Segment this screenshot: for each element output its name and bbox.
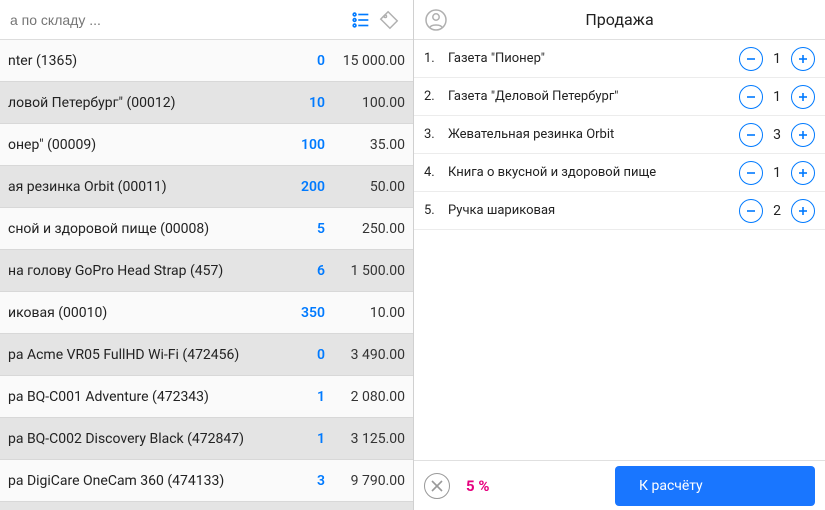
stock-item-qty: 10	[281, 95, 331, 111]
decrement-button[interactable]	[739, 199, 763, 223]
stock-item-name: сной и здоровой пище (00008)	[0, 221, 281, 237]
stock-item-name: ра BQ-C002 Discovery Black (472847)	[0, 431, 281, 447]
stock-item-price: 50.00	[331, 179, 405, 195]
stock-item-price: 10.00	[331, 305, 405, 321]
stock-row[interactable]: на голову GoPro Head Strap (457)61 500.0…	[0, 250, 413, 292]
clear-button[interactable]	[424, 473, 450, 499]
stock-row[interactable]: иковая (00010)35010.00	[0, 292, 413, 334]
stock-item-qty: 6	[281, 263, 331, 279]
stock-item-price: 2 080.00	[331, 389, 405, 405]
cart-item-qty: 3	[763, 127, 791, 143]
cart-item-index: 1.	[424, 51, 444, 66]
stock-row[interactable]: ра BQ-C001 Adventure (472343)12 080.00	[0, 376, 413, 418]
cart-item-qty: 1	[763, 165, 791, 181]
checkout-button[interactable]: К расчёту	[615, 466, 815, 506]
sale-header: Продажа	[414, 0, 825, 40]
stock-item-qty: 350	[281, 305, 331, 321]
stock-row[interactable]: ра DigiCare OneCam 360 (474133)39 790.00	[0, 460, 413, 502]
stock-item-qty: 3	[281, 473, 331, 489]
stock-item-name: ловой Петербург" (00012)	[0, 95, 281, 111]
increment-button[interactable]	[791, 161, 815, 185]
cart-row: 2.Газета "Деловой Петербург" 1	[414, 78, 825, 116]
cart-row: 5.Ручка шариковая 2	[414, 192, 825, 230]
stock-item-name: ра BQ-C001 Adventure (472343)	[0, 389, 281, 405]
stock-item-price: 9 790.00	[331, 473, 405, 489]
stock-item-name: ая резинка Orbit (00011)	[0, 179, 281, 195]
decrement-button[interactable]	[739, 161, 763, 185]
stock-item-qty: 200	[281, 179, 331, 195]
cart-row: 4.Книга о вкусной и здоровой пище 1	[414, 154, 825, 192]
decrement-button[interactable]	[739, 85, 763, 109]
cart-list: 1.Газета "Пионер"12.Газета "Деловой Пете…	[414, 40, 825, 460]
stock-row[interactable]: онер" (00009)10035.00	[0, 124, 413, 166]
tag-icon[interactable]	[375, 6, 403, 34]
cart-item-qty: 1	[763, 89, 791, 105]
stock-item-name: иковая (00010)	[0, 305, 281, 321]
cart-item-index: 2.	[424, 89, 444, 104]
stock-panel: nter (1365)015 000.00ловой Петербург" (0…	[0, 0, 413, 510]
search-input[interactable]	[0, 4, 347, 36]
stock-item-name: ра Acme VR05 FullHD Wi-Fi (472456)	[0, 347, 281, 363]
stock-header	[0, 0, 413, 40]
stock-item-qty: 100	[281, 137, 331, 153]
stock-item-price: 3 125.00	[331, 431, 405, 447]
stock-item-name: на голову GoPro Head Strap (457)	[0, 263, 281, 279]
stock-row[interactable]: ра BQ-C002 Discovery Black (472847)13 12…	[0, 418, 413, 460]
stock-row[interactable]: ая резинка Orbit (00011)20050.00	[0, 166, 413, 208]
list-icon[interactable]	[347, 6, 375, 34]
stock-item-price: 3 490.00	[331, 347, 405, 363]
cart-row: 3.Жевательная резинка Orbit 3	[414, 116, 825, 154]
sale-footer: 5 % К расчёту	[414, 460, 825, 510]
stock-item-qty: 0	[281, 347, 331, 363]
stock-row[interactable]: сной и здоровой пище (00008)5250.00	[0, 208, 413, 250]
cart-item-qty: 1	[763, 51, 791, 67]
stock-item-name: онер" (00009)	[0, 137, 281, 153]
increment-button[interactable]	[791, 47, 815, 71]
cart-item-name: Газета "Деловой Петербург"	[444, 89, 739, 104]
cart-item-index: 5.	[424, 203, 444, 218]
stock-item-qty: 0	[281, 53, 331, 69]
stock-row[interactable]: nter (1365)015 000.00	[0, 40, 413, 82]
sale-panel: Продажа 1.Газета "Пионер"12.Газета "Дело…	[413, 0, 825, 510]
decrement-button[interactable]	[739, 123, 763, 147]
stock-row[interactable]: ра Acme VR05 FullHD Wi-Fi (472456)03 490…	[0, 334, 413, 376]
cart-item-name: Газета "Пионер"	[444, 51, 739, 66]
stock-item-price: 250.00	[331, 221, 405, 237]
increment-button[interactable]	[791, 123, 815, 147]
cart-item-name: Книга о вкусной и здоровой пище	[444, 165, 739, 180]
stock-row[interactable]: ловой Петербург" (00012)10100.00	[0, 82, 413, 124]
stock-item-name: ра DigiCare OneCam 360 (474133)	[0, 473, 281, 489]
stock-item-qty: 1	[281, 389, 331, 405]
cart-item-name: Ручка шариковая	[444, 203, 739, 218]
cart-item-index: 4.	[424, 165, 444, 180]
stock-item-price: 15 000.00	[331, 53, 405, 69]
cart-row: 1.Газета "Пионер" 1	[414, 40, 825, 78]
discount-value[interactable]: 5 %	[460, 477, 489, 495]
stock-item-price: 100.00	[331, 95, 405, 111]
stock-item-price: 1 500.00	[331, 263, 405, 279]
cart-item-qty: 2	[763, 203, 791, 219]
stock-list[interactable]: nter (1365)015 000.00ловой Петербург" (0…	[0, 40, 413, 510]
cart-item-index: 3.	[424, 127, 444, 142]
increment-button[interactable]	[791, 85, 815, 109]
customer-icon[interactable]	[424, 8, 448, 36]
page-title: Продажа	[414, 10, 825, 29]
stock-item-qty: 1	[281, 431, 331, 447]
decrement-button[interactable]	[739, 47, 763, 71]
stock-item-qty: 5	[281, 221, 331, 237]
increment-button[interactable]	[791, 199, 815, 223]
cart-item-name: Жевательная резинка Orbit	[444, 127, 739, 142]
stock-row[interactable]: ра DigiCare OneCam Plus (474132)17 990.0…	[0, 502, 413, 510]
stock-item-price: 35.00	[331, 137, 405, 153]
stock-item-name: nter (1365)	[0, 53, 281, 69]
